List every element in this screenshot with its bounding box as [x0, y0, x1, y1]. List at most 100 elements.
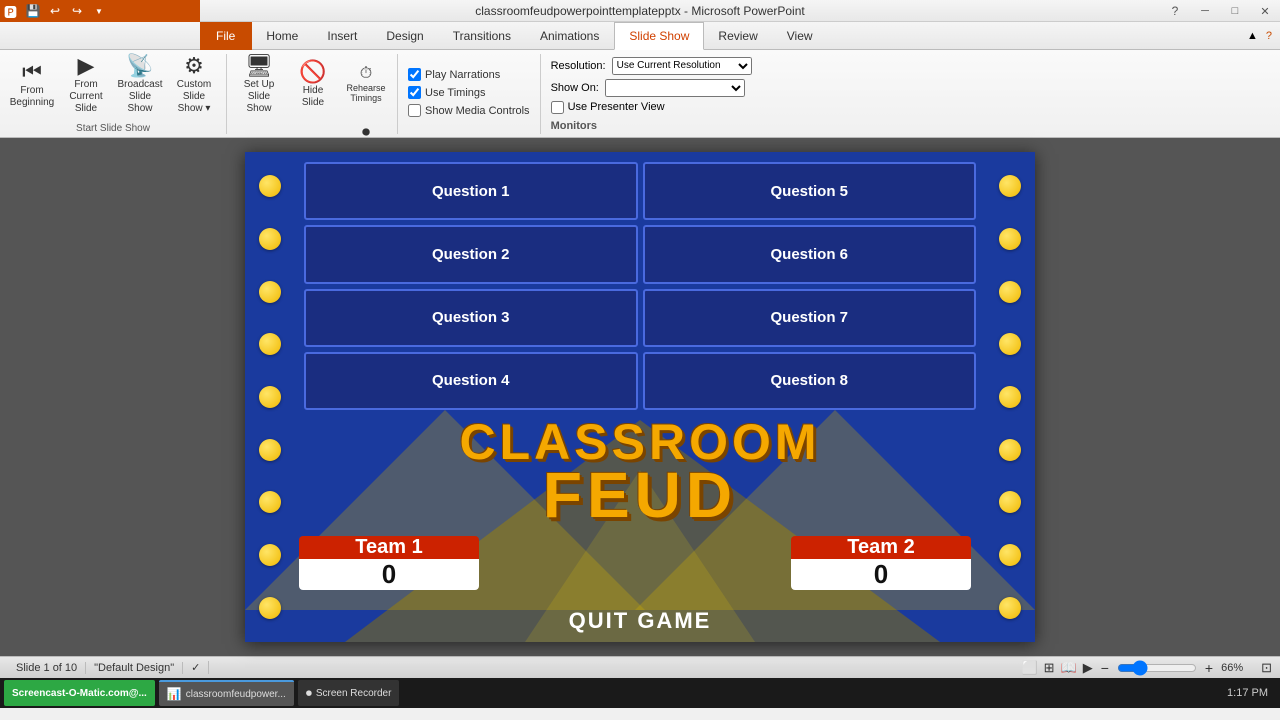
office-icon: 🅿: [4, 2, 17, 21]
question-3-button[interactable]: Question 3: [304, 289, 638, 347]
presenter-view-checkbox[interactable]: [551, 101, 564, 114]
presenter-view-row[interactable]: Use Presenter View: [551, 101, 752, 114]
fit-slide-button[interactable]: ⊡: [1261, 660, 1272, 676]
tab-file[interactable]: File: [200, 22, 252, 50]
show-on-label: Show On:: [551, 82, 599, 94]
quick-access-toolbar: 🅿 💾 ↩ ↪ ▼: [0, 0, 200, 22]
zoom-slider[interactable]: [1117, 662, 1197, 674]
qat-dropdown[interactable]: ▼: [89, 2, 109, 20]
taskbar-time: 1:17 PM: [1219, 687, 1276, 699]
broadcast-label: BroadcastSlide Show: [116, 79, 164, 115]
from-beginning-button[interactable]: ⏮ FromBeginning: [6, 54, 58, 114]
use-timings-checkbox-row[interactable]: Use Timings: [408, 86, 530, 99]
ribbon-group-checkboxes: Play Narrations Use Timings Show Media C…: [398, 54, 541, 134]
custom-slideshow-label: CustomSlide Show ▾: [170, 79, 218, 115]
redo-button[interactable]: ↪: [67, 2, 87, 20]
powerpoint-task-label: classroomfeudpower...: [186, 689, 286, 700]
slide-canvas: Question 1 Question 5 Question 2 Questio…: [245, 152, 1035, 642]
tab-home[interactable]: Home: [252, 22, 313, 50]
quit-game-area[interactable]: QUIT GAME: [245, 608, 1035, 634]
team1-score: 0: [299, 559, 479, 590]
view-normal-icon[interactable]: ⬜: [1021, 660, 1037, 676]
show-on-select[interactable]: [605, 79, 745, 97]
resolution-select[interactable]: Use Current Resolution: [612, 57, 752, 75]
team1-button[interactable]: Team 1: [299, 536, 479, 559]
save-button[interactable]: 💾: [23, 2, 43, 20]
team2-button[interactable]: Team 2: [791, 536, 971, 559]
recorder-icon: ⏺: [306, 686, 312, 701]
feud-title: FEUD: [543, 463, 737, 527]
show-on-row: Show On:: [551, 79, 752, 97]
team1-label: Team 1: [355, 536, 422, 559]
view-slideshow-icon[interactable]: ▶: [1083, 660, 1093, 676]
right-decorative-dots: [985, 152, 1035, 642]
spell-check-icon: ✓: [183, 661, 209, 674]
quit-game-label[interactable]: QUIT GAME: [569, 608, 712, 634]
show-media-controls-checkbox-row[interactable]: Show Media Controls: [408, 104, 530, 117]
tab-transitions[interactable]: Transitions: [439, 22, 526, 50]
screencast-brand[interactable]: Screencast-O-Matic.com@...: [4, 680, 155, 706]
start-slideshow-group-label: Start Slide Show: [6, 121, 220, 134]
resolution-row: Resolution: Use Current Resolution: [551, 57, 752, 75]
zoom-level: 66%: [1221, 662, 1251, 674]
team-area: Team 1 0 Team 2 0: [299, 536, 981, 590]
dot: [999, 333, 1021, 355]
slide-count: Slide 1 of 10: [8, 662, 86, 674]
ribbon-group-monitors: Resolution: Use Current Resolution Show …: [541, 54, 762, 134]
show-media-controls-checkbox[interactable]: [408, 104, 421, 117]
setup-label: Set UpSlide Show: [235, 79, 283, 115]
zoom-minus-button[interactable]: −: [1099, 660, 1111, 676]
hide-slide-button[interactable]: 🚫 HideSlide: [287, 54, 339, 114]
tab-view[interactable]: View: [773, 22, 828, 50]
hide-slide-icon: 🚫: [299, 61, 326, 83]
question-6-button[interactable]: Question 6: [643, 225, 977, 283]
dot: [259, 228, 281, 250]
from-current-icon: ▶: [78, 55, 95, 77]
use-timings-label: Use Timings: [425, 87, 486, 99]
rehearse-timings-button[interactable]: ⏱ RehearseTimings: [341, 54, 391, 114]
question-5-button[interactable]: Question 5: [643, 162, 977, 220]
dot: [259, 544, 281, 566]
custom-slideshow-button[interactable]: ⚙ CustomSlide Show ▾: [168, 54, 220, 114]
ribbon-content: ⏮ FromBeginning ▶ FromCurrent Slide 📡 Br…: [0, 50, 1280, 138]
game-title: CLASSROOM FEUD: [245, 417, 1035, 527]
tab-design[interactable]: Design: [372, 22, 438, 50]
play-narrations-label: Play Narrations: [425, 69, 500, 81]
question-7-button[interactable]: Question 7: [643, 289, 977, 347]
taskbar-powerpoint[interactable]: 📊 classroomfeudpower...: [159, 680, 294, 706]
play-narrations-checkbox[interactable]: [408, 68, 421, 81]
view-slidesorter-icon[interactable]: ⊞: [1044, 660, 1055, 676]
ribbon-minimize-icon[interactable]: ▲: [1247, 30, 1258, 42]
tab-insert[interactable]: Insert: [313, 22, 372, 50]
question-4-button[interactable]: Question 4: [304, 352, 638, 410]
set-up-slideshow-button[interactable]: 🖥 Set UpSlide Show: [233, 54, 285, 114]
question-2-button[interactable]: Question 2: [304, 225, 638, 283]
maximize-button[interactable]: □: [1220, 0, 1250, 22]
question-8-button[interactable]: Question 8: [643, 352, 977, 410]
help-button[interactable]: ?: [1160, 0, 1190, 22]
view-reading-icon[interactable]: 📖: [1061, 660, 1077, 676]
window-controls: ? ─ □ ✕: [1160, 0, 1280, 21]
slide-panel: Question 1 Question 5 Question 2 Questio…: [0, 138, 1280, 656]
team1-container: Team 1 0: [299, 536, 489, 590]
minimize-button[interactable]: ─: [1190, 0, 1220, 22]
zoom-plus-button[interactable]: +: [1203, 660, 1215, 676]
question-1-button[interactable]: Question 1: [304, 162, 638, 220]
play-narrations-checkbox-row[interactable]: Play Narrations: [408, 68, 530, 81]
ribbon-tabs: File Home Insert Design Transitions Anim…: [0, 22, 1280, 50]
team2-container: Team 2 0: [791, 536, 981, 590]
close-button[interactable]: ✕: [1250, 0, 1280, 22]
tab-animations[interactable]: Animations: [526, 22, 614, 50]
taskbar-screen-recorder[interactable]: ⏺ Screen Recorder: [298, 680, 400, 706]
broadcast-button[interactable]: 📡 BroadcastSlide Show: [114, 54, 166, 114]
dot: [999, 386, 1021, 408]
tab-review[interactable]: Review: [704, 22, 772, 50]
status-bar: Slide 1 of 10 "Default Design" ✓ ⬜ ⊞ 📖 ▶…: [0, 656, 1280, 678]
use-timings-checkbox[interactable]: [408, 86, 421, 99]
from-current-button[interactable]: ▶ FromCurrent Slide: [60, 54, 112, 114]
undo-button[interactable]: ↩: [45, 2, 65, 20]
ribbon-help-icon[interactable]: ?: [1266, 30, 1272, 42]
custom-slideshow-icon: ⚙: [184, 55, 204, 77]
dot: [999, 281, 1021, 303]
tab-slideshow[interactable]: Slide Show: [614, 22, 704, 50]
